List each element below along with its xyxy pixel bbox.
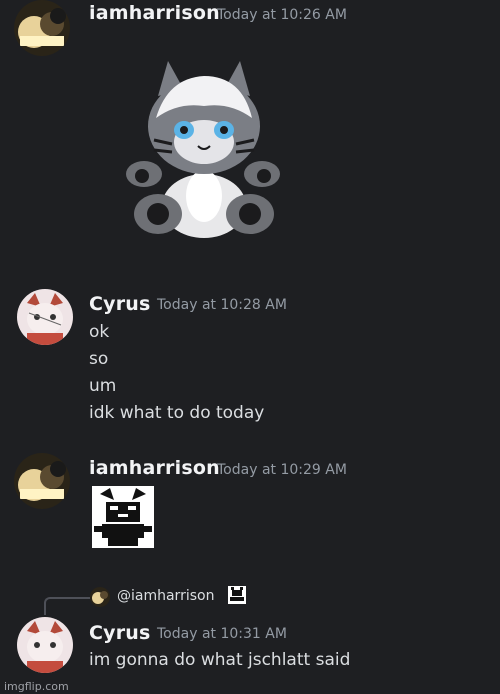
reply-connector: [44, 597, 90, 615]
cat-emoji-sticker[interactable]: [92, 486, 154, 548]
message-text: um: [89, 376, 117, 396]
message-text: im gonna do what jschlatt said: [89, 650, 351, 670]
watermark: imgflip.com: [4, 680, 69, 693]
message-text: so: [89, 349, 109, 369]
username[interactable]: iamharrison: [89, 2, 220, 24]
timestamp: Today at 10:31 AM: [157, 626, 287, 642]
avatar-cyrus[interactable]: [17, 289, 73, 345]
username[interactable]: Cyrus: [89, 293, 151, 315]
timestamp: Today at 10:26 AM: [217, 7, 347, 23]
message-text: idk what to do today: [89, 403, 265, 423]
reply-avatar[interactable]: [90, 587, 110, 607]
reply-mention[interactable]: @iamharrison: [117, 588, 214, 604]
message-text: ok: [89, 322, 110, 342]
avatar-iamharrison[interactable]: [14, 0, 70, 56]
avatar-iamharrison[interactable]: [14, 453, 70, 509]
username[interactable]: Cyrus: [89, 622, 151, 644]
timestamp: Today at 10:29 AM: [217, 462, 347, 478]
username[interactable]: iamharrison: [89, 457, 220, 479]
reply-sticker-icon: [228, 586, 246, 604]
timestamp: Today at 10:28 AM: [157, 297, 287, 313]
avatar-cyrus[interactable]: [17, 617, 73, 673]
plush-tiger-image[interactable]: [118, 56, 290, 246]
